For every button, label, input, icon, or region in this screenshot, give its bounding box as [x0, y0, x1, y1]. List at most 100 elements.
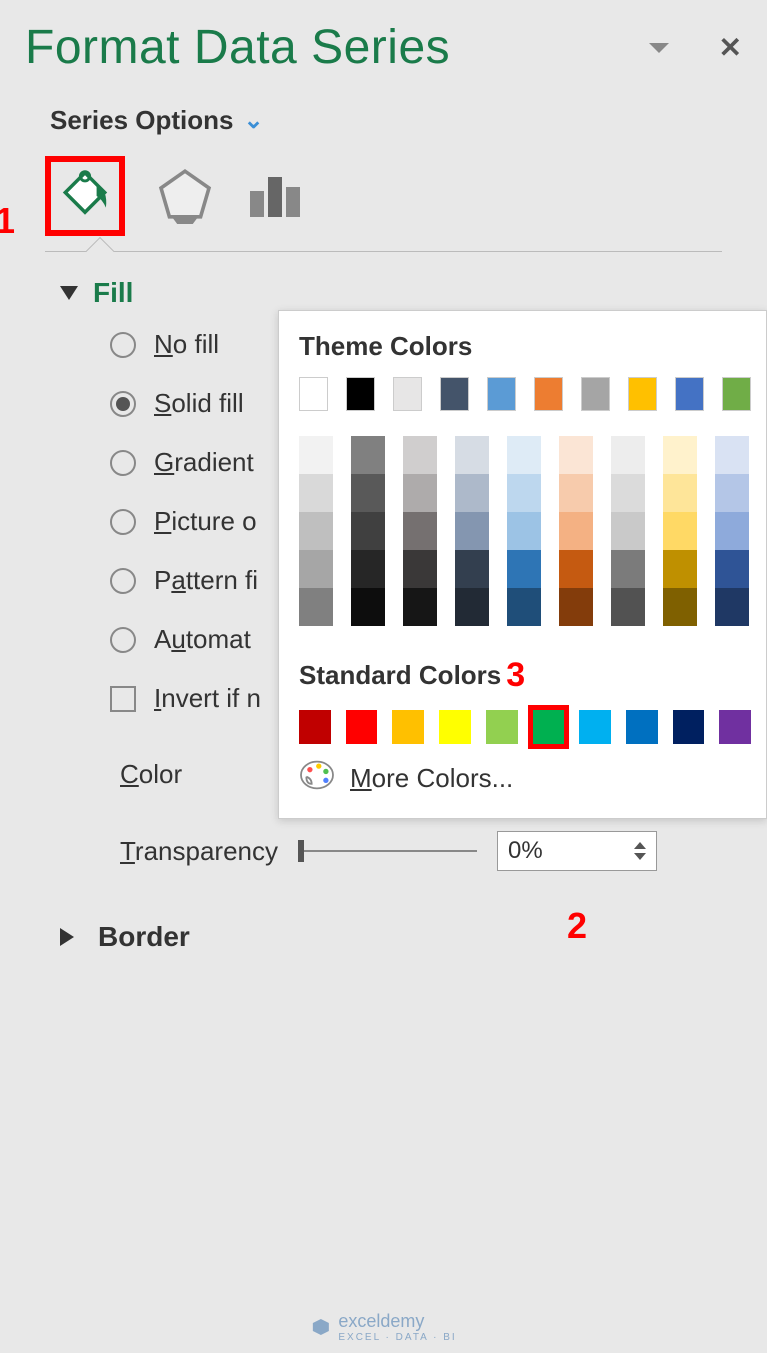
standard-color-swatch[interactable]: [528, 705, 570, 749]
shade-column: [403, 436, 437, 626]
close-icon[interactable]: ✕: [719, 31, 742, 64]
color-swatch[interactable]: [559, 512, 593, 550]
color-swatch[interactable]: [507, 436, 541, 474]
color-swatch[interactable]: [507, 474, 541, 512]
color-swatch[interactable]: [351, 436, 385, 474]
radio-label: Gradient: [154, 447, 254, 478]
color-swatch[interactable]: [507, 512, 541, 550]
color-swatch[interactable]: [722, 377, 751, 411]
color-swatch[interactable]: [455, 588, 489, 626]
color-swatch[interactable]: [715, 436, 749, 474]
color-swatch[interactable]: [559, 550, 593, 588]
shade-column: [715, 436, 749, 626]
transparency-slider[interactable]: [298, 850, 477, 852]
standard-color-swatch[interactable]: [392, 710, 424, 744]
color-swatch[interactable]: [455, 512, 489, 550]
color-swatch[interactable]: [487, 377, 516, 411]
series-options-tab[interactable]: [245, 169, 305, 224]
standard-color-swatch[interactable]: [486, 710, 518, 744]
radio-icon: [110, 627, 136, 653]
color-swatch[interactable]: [299, 436, 333, 474]
standard-color-swatch[interactable]: [299, 710, 331, 744]
color-swatch[interactable]: [559, 474, 593, 512]
spinner-up-icon[interactable]: [634, 842, 646, 849]
color-swatch[interactable]: [715, 474, 749, 512]
bar-chart-icon: [245, 169, 305, 219]
color-swatch[interactable]: [455, 474, 489, 512]
fill-section-header[interactable]: Fill: [60, 277, 742, 309]
standard-color-swatch[interactable]: [626, 710, 658, 744]
color-swatch[interactable]: [663, 474, 697, 512]
color-swatch[interactable]: [611, 588, 645, 626]
standard-colors-row: [299, 710, 751, 744]
effects-tab[interactable]: [155, 164, 215, 229]
color-swatch[interactable]: [611, 436, 645, 474]
transparency-spinner[interactable]: 0%: [497, 831, 657, 871]
standard-color-swatch[interactable]: [346, 710, 378, 744]
color-swatch[interactable]: [559, 436, 593, 474]
color-swatch[interactable]: [403, 436, 437, 474]
color-swatch[interactable]: [403, 512, 437, 550]
color-swatch[interactable]: [299, 474, 333, 512]
watermark-icon: [310, 1317, 330, 1337]
standard-color-swatch[interactable]: [719, 710, 751, 744]
color-swatch[interactable]: [559, 588, 593, 626]
color-swatch[interactable]: [581, 377, 610, 411]
color-swatch[interactable]: [351, 474, 385, 512]
color-swatch[interactable]: [455, 436, 489, 474]
fill-tab[interactable]: [45, 156, 125, 236]
color-swatch[interactable]: [611, 512, 645, 550]
category-tabs: [45, 156, 742, 236]
color-swatch[interactable]: [663, 512, 697, 550]
color-swatch[interactable]: [715, 550, 749, 588]
theme-colors-row: [299, 377, 751, 411]
palette-icon: [299, 759, 335, 798]
color-swatch[interactable]: [663, 436, 697, 474]
shade-column: [455, 436, 489, 626]
color-swatch[interactable]: [507, 550, 541, 588]
color-swatch[interactable]: [507, 588, 541, 626]
standard-color-swatch[interactable]: [673, 710, 705, 744]
radio-label: Solid fill: [154, 388, 244, 419]
shade-column: [663, 436, 697, 626]
color-swatch[interactable]: [534, 377, 563, 411]
annotation-3: 3: [506, 656, 525, 695]
color-swatch[interactable]: [455, 550, 489, 588]
color-swatch[interactable]: [715, 588, 749, 626]
color-swatch[interactable]: [393, 377, 422, 411]
color-swatch[interactable]: [351, 512, 385, 550]
color-swatch[interactable]: [663, 550, 697, 588]
watermark-name: exceldemy: [338, 1311, 424, 1332]
color-swatch[interactable]: [346, 377, 375, 411]
color-swatch[interactable]: [299, 377, 328, 411]
color-swatch[interactable]: [351, 550, 385, 588]
more-colors-button[interactable]: More Colors...: [299, 759, 751, 798]
spinner-arrows[interactable]: [634, 842, 646, 860]
spinner-down-icon[interactable]: [634, 853, 646, 860]
shade-column: [559, 436, 593, 626]
color-swatch[interactable]: [403, 550, 437, 588]
color-swatch[interactable]: [440, 377, 469, 411]
options-dropdown-icon[interactable]: [649, 43, 669, 53]
color-swatch[interactable]: [611, 474, 645, 512]
panel-title: Format Data Series: [25, 20, 450, 75]
standard-color-swatch[interactable]: [579, 710, 611, 744]
radio-icon: [110, 568, 136, 594]
color-swatch[interactable]: [715, 512, 749, 550]
color-swatch[interactable]: [675, 377, 704, 411]
color-swatch[interactable]: [299, 550, 333, 588]
color-swatch[interactable]: [351, 588, 385, 626]
border-section-header[interactable]: Border: [60, 921, 742, 953]
color-swatch[interactable]: [611, 550, 645, 588]
color-swatch[interactable]: [299, 588, 333, 626]
color-swatch[interactable]: [299, 512, 333, 550]
slider-thumb[interactable]: [298, 840, 304, 862]
color-swatch[interactable]: [403, 588, 437, 626]
color-swatch[interactable]: [403, 474, 437, 512]
standard-color-swatch[interactable]: [439, 710, 471, 744]
watermark-sub: EXCEL · DATA · BI: [338, 1332, 456, 1343]
series-options-dropdown[interactable]: Series Options ⌄: [50, 105, 742, 136]
shade-column: [299, 436, 333, 626]
color-swatch[interactable]: [628, 377, 657, 411]
color-swatch[interactable]: [663, 588, 697, 626]
